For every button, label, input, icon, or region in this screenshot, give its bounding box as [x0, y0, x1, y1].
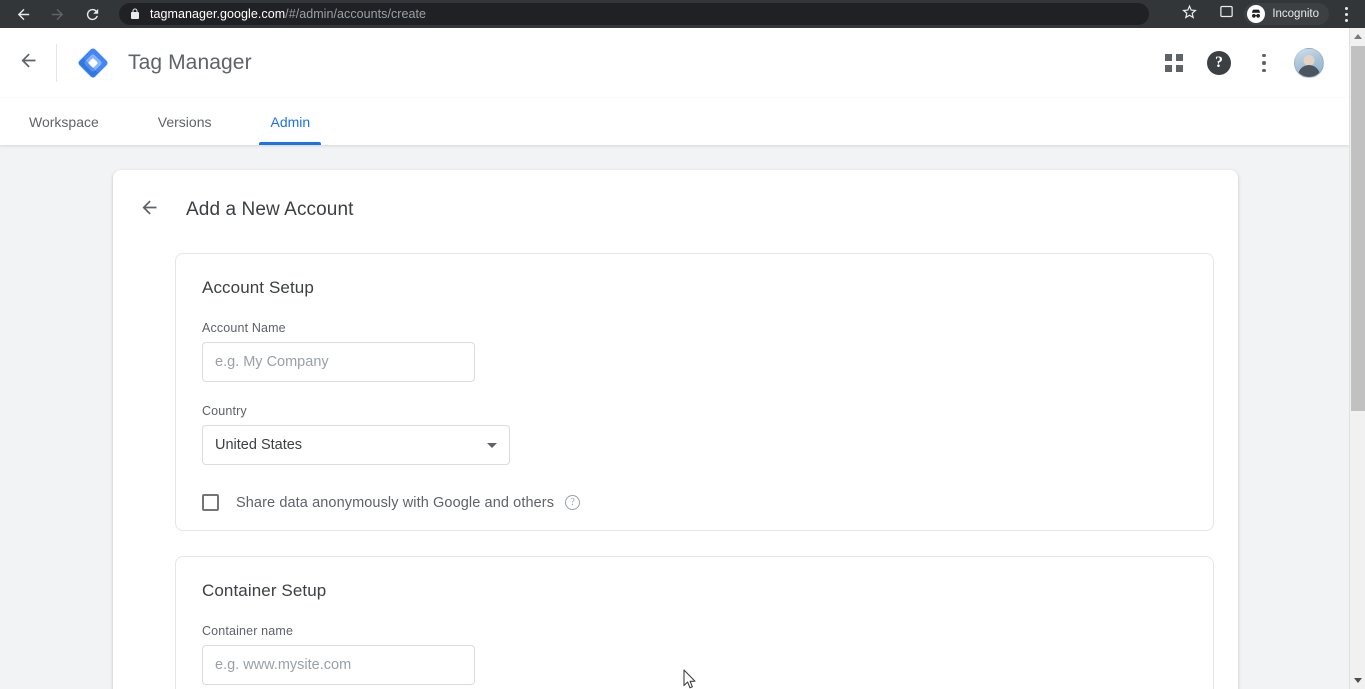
page-viewport: Tag Manager ? Workspace Versions Admin A…	[0, 28, 1349, 689]
country-label: Country	[202, 404, 247, 418]
browser-reload-button[interactable]	[78, 0, 106, 28]
kebab-menu-icon	[1344, 5, 1348, 23]
incognito-label: Incognito	[1272, 8, 1319, 20]
tab-workspace[interactable]: Workspace	[24, 99, 104, 145]
tag-manager-logo-icon	[77, 47, 109, 79]
scrollbar-thumb[interactable]	[1351, 46, 1365, 411]
app-back-button[interactable]	[0, 28, 56, 98]
container-name-input[interactable]: e.g. www.mysite.com	[202, 645, 475, 685]
help-outline-icon[interactable]: ?	[565, 495, 581, 510]
browser-menu-button[interactable]	[1333, 1, 1359, 27]
bookmark-star-button[interactable]	[1176, 1, 1202, 27]
page-title: Tag Manager	[128, 51, 252, 74]
page-scrollbar[interactable]	[1349, 28, 1365, 689]
browser-toolbar: tagmanager.google.com/#/admin/accounts/c…	[0, 0, 1365, 28]
account-name-input[interactable]: e.g. My Company	[202, 342, 475, 382]
apps-grid-icon	[1165, 54, 1183, 72]
help-icon: ?	[1207, 51, 1231, 75]
overflow-menu-button[interactable]	[1244, 43, 1284, 83]
avatar[interactable]	[1294, 48, 1324, 78]
header-actions: ?	[1149, 43, 1349, 83]
card-header: Add a New Account	[113, 170, 1238, 226]
side-panel-icon	[1219, 4, 1234, 24]
card-back-button[interactable]	[133, 194, 165, 226]
browser-right-actions: Incognito	[1176, 1, 1365, 27]
tab-label: Admin	[270, 114, 311, 130]
scroll-up-arrow-icon[interactable]	[1350, 28, 1365, 45]
arrow-left-icon	[15, 6, 32, 23]
share-data-label: Share data anonymously with Google and o…	[236, 494, 555, 511]
share-data-checkbox[interactable]	[202, 494, 219, 511]
url-host: tagmanager.google.com	[150, 7, 286, 21]
tab-label: Versions	[157, 114, 212, 130]
account-name-field: Account Name e.g. My Company	[176, 321, 1213, 382]
kebab-menu-icon	[1262, 52, 1266, 75]
container-name-placeholder: e.g. www.mysite.com	[215, 657, 352, 673]
browser-back-button[interactable]	[9, 0, 37, 28]
account-setup-section: Account Setup Account Name e.g. My Compa…	[175, 253, 1214, 531]
primary-tabs: Workspace Versions Admin	[0, 98, 1349, 145]
arrow-left-icon	[18, 50, 39, 76]
card-title: Add a New Account	[186, 199, 354, 220]
content-area: Add a New Account Account Setup Account …	[0, 145, 1349, 689]
reload-icon	[84, 6, 101, 23]
container-setup-title: Container Setup	[202, 581, 327, 600]
account-name-label: Account Name	[202, 321, 286, 335]
help-button[interactable]: ?	[1199, 43, 1239, 83]
incognito-hat-icon	[1247, 5, 1266, 23]
container-setup-section: Container Setup Container name e.g. www.…	[175, 556, 1214, 689]
arrow-right-icon	[49, 6, 66, 23]
side-panel-button[interactable]	[1214, 2, 1238, 26]
url-path: /#/admin/accounts/create	[285, 7, 427, 21]
container-name-field: Container name e.g. www.mysite.com	[176, 624, 1213, 685]
url-text: tagmanager.google.com/#/admin/accounts/c…	[150, 7, 426, 21]
incognito-indicator[interactable]: Incognito	[1244, 3, 1329, 25]
apps-button[interactable]	[1154, 43, 1194, 83]
country-value: United States	[215, 437, 303, 453]
browser-forward-button[interactable]	[43, 0, 71, 28]
lock-icon	[129, 7, 141, 21]
tab-admin[interactable]: Admin	[259, 99, 321, 145]
country-select[interactable]: United States	[202, 425, 510, 465]
app-header: Tag Manager ?	[0, 28, 1349, 98]
chevron-down-icon	[487, 442, 497, 448]
tab-versions[interactable]: Versions	[153, 99, 217, 145]
scroll-down-arrow-icon[interactable]	[1350, 672, 1365, 689]
account-name-placeholder: e.g. My Company	[215, 354, 329, 370]
brand-area[interactable]: Tag Manager	[57, 47, 252, 79]
country-field: Country United States	[176, 404, 1213, 465]
tab-label: Workspace	[29, 114, 99, 130]
arrow-left-icon	[139, 197, 160, 223]
container-name-label: Container name	[202, 624, 294, 638]
account-setup-title: Account Setup	[202, 278, 314, 297]
add-account-card: Add a New Account Account Setup Account …	[113, 170, 1238, 689]
address-bar[interactable]: tagmanager.google.com/#/admin/accounts/c…	[119, 3, 1149, 25]
share-data-row: Share data anonymously with Google and o…	[176, 494, 1213, 511]
star-icon	[1181, 3, 1198, 25]
